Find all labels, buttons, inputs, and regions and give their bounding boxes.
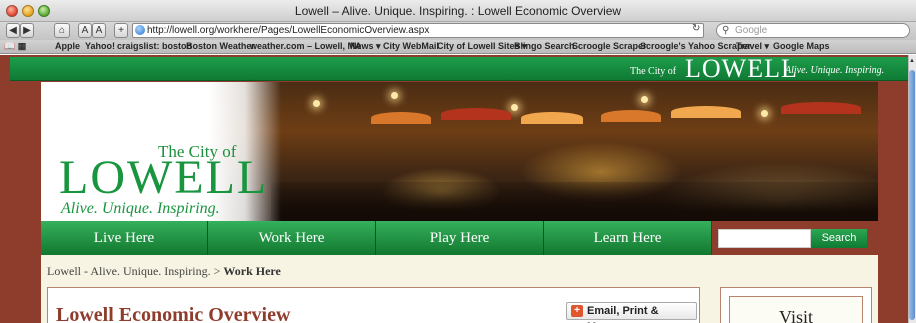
umbrella-shape (781, 102, 861, 114)
lamp-light (313, 100, 320, 107)
bookmark-item[interactable]: Blingo Search (514, 40, 575, 53)
top-strip-logo[interactable]: LOWELL (685, 54, 798, 84)
window-titlebar: Lowell – Alive. Unique. Inspiring. : Low… (0, 0, 916, 22)
bookmark-item[interactable]: Google Maps (773, 40, 830, 53)
umbrella-shape (671, 106, 741, 118)
site-banner: The City of LOWELL Alive. Unique. Inspir… (41, 82, 878, 221)
browser-search-placeholder: Google (735, 25, 768, 36)
browser-toolbar: ◀ ▶ ⌂ A A + http://lowell.org/workhere/P… (0, 22, 916, 40)
sidebar-visit-heading: Visit (779, 307, 813, 323)
home-button[interactable]: ⌂ (54, 23, 70, 38)
umbrella-shape (371, 112, 431, 124)
main-article-box: Lowell Economic Overview + Email, Print … (47, 287, 700, 323)
scroll-up-icon[interactable]: ▲ (909, 57, 915, 65)
sidebar-visit-panel[interactable]: Visit (729, 296, 863, 323)
umbrella-shape (521, 112, 583, 124)
add-bookmark-button[interactable]: + (114, 23, 128, 38)
email-print-label: Email, Print & More... (587, 305, 659, 323)
site-top-strip: The City of LOWELL Alive. Unique. Inspir… (10, 54, 908, 84)
nav-live-here[interactable]: Live Here (41, 221, 208, 255)
browser-search-field[interactable]: ⚲ Google (716, 23, 910, 38)
share-icon: + (571, 305, 583, 317)
lamp-light (511, 104, 518, 111)
address-bar-url: http://lowell.org/workhere/Pages/LowellE… (147, 25, 430, 36)
main-nav: Live Here Work Here Play Here Learn Here… (41, 221, 878, 255)
page-title: Lowell Economic Overview (56, 304, 291, 323)
bookmark-item[interactable]: Scroogle Scraper (572, 40, 647, 53)
crowd-silhouette (271, 182, 878, 221)
bookmark-item[interactable]: Yahoo! (85, 40, 115, 53)
forward-button[interactable]: ▶ (20, 23, 34, 38)
address-bar[interactable]: http://lowell.org/workhere/Pages/LowellE… (132, 23, 704, 38)
scrollbar-thumb[interactable] (909, 70, 915, 320)
nav-learn-here[interactable]: Learn Here (544, 221, 712, 255)
nav-play-here[interactable]: Play Here (376, 221, 544, 255)
top-strip-tagline: Alive. Unique. Inspiring. (785, 65, 885, 76)
text-smaller-button[interactable]: A (78, 23, 92, 38)
bookmark-item[interactable]: craigslist: boston (117, 40, 192, 53)
bookmark-item[interactable]: Scroogle's Yahoo Scraper (640, 40, 751, 53)
window-title: Lowell – Alive. Unique. Inspiring. : Low… (294, 4, 622, 18)
bookmark-item[interactable]: News ▾ (350, 40, 381, 53)
lamp-light (761, 110, 768, 117)
lamp-light (641, 96, 648, 103)
email-print-button[interactable]: + Email, Print & More... (566, 302, 697, 323)
sidebar-box: Visit (720, 287, 872, 323)
globe-icon (135, 25, 145, 35)
bookmark-item[interactable]: Apple (55, 40, 80, 53)
bookmark-item[interactable]: City WebMail (383, 40, 439, 53)
bookmark-item[interactable]: Travel ▾ (736, 40, 769, 53)
breadcrumb-current: Work Here (223, 264, 281, 278)
umbrella-shape (601, 110, 661, 122)
bookmarks-bar: 📖 ▦ Apple Yahoo! craigslist: boston Bost… (0, 40, 916, 54)
logo-tagline: Alive. Unique. Inspiring. (61, 200, 220, 217)
search-icon: ⚲ (722, 25, 730, 36)
site-search: Search (712, 221, 878, 255)
site-search-button[interactable]: Search (811, 229, 867, 248)
text-larger-button[interactable]: A (92, 23, 106, 38)
breadcrumb-separator: > (213, 264, 221, 278)
top-strip-small: The City of (630, 66, 677, 77)
site-search-input[interactable] (718, 229, 811, 248)
umbrella-shape (441, 108, 511, 120)
breadcrumb-home-link[interactable]: Lowell - Alive. Unique. Inspiring. (47, 264, 211, 278)
logo-lowell[interactable]: LOWELL (59, 154, 268, 202)
breadcrumb: Lowell - Alive. Unique. Inspiring. > Wor… (47, 264, 281, 279)
reload-icon[interactable]: ↻ (692, 23, 700, 34)
lamp-light (391, 92, 398, 99)
bookmark-item[interactable]: Boston Weather (186, 40, 255, 53)
nav-work-here[interactable]: Work Here (208, 221, 376, 255)
content-area: Lowell - Alive. Unique. Inspiring. > Wor… (41, 255, 878, 323)
back-button[interactable]: ◀ (6, 23, 20, 38)
bookmarks-icon[interactable]: 📖 ▦ (4, 40, 26, 53)
bookmark-item[interactable]: weather.com – Lowell, MA (250, 40, 362, 53)
